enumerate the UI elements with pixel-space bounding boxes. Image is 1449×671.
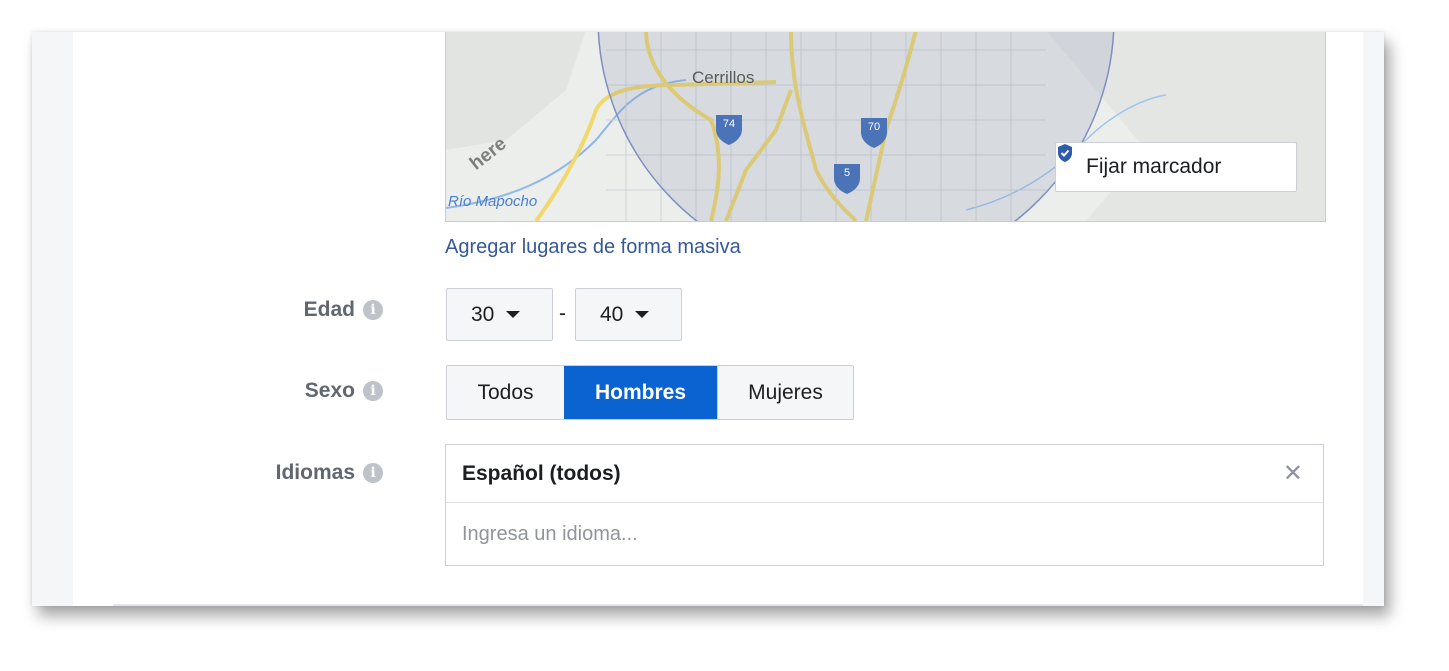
language-search-input[interactable]	[446, 503, 1284, 565]
age-separator: -	[559, 302, 566, 325]
age-row-label: Edad i	[73, 298, 383, 322]
close-icon[interactable]: ✕	[1283, 461, 1303, 486]
info-icon[interactable]: i	[363, 463, 383, 483]
age-min-value: 30	[471, 302, 495, 326]
map-city-label: Cerrillos	[692, 68, 755, 87]
age-min-select[interactable]: 30	[446, 288, 553, 341]
sex-option-men[interactable]: Hombres	[564, 366, 717, 419]
map-graphic	[446, 32, 1325, 221]
sex-label: Sexo	[304, 379, 355, 402]
sex-segmented-control: Todos Hombres Mujeres	[446, 365, 854, 420]
highway-shield-label: 70	[867, 121, 881, 133]
section-divider	[113, 604, 1363, 606]
age-label: Edad	[303, 298, 355, 321]
location-map[interactable]: Cerrillos Río Mapocho here 74 70 5 Fijar…	[445, 32, 1326, 222]
languages-field: Español (todos) ✕	[445, 444, 1324, 566]
bulk-locations-link[interactable]: Agregar lugares de forma masiva	[445, 236, 741, 259]
languages-row-label: Idiomas i	[73, 461, 383, 485]
selected-language-item: Español (todos) ✕	[446, 445, 1323, 503]
languages-label: Idiomas	[275, 461, 355, 484]
caret-down-icon	[506, 311, 521, 318]
highway-shield-label: 74	[722, 118, 736, 130]
info-icon[interactable]: i	[363, 300, 383, 320]
info-icon[interactable]: i	[363, 381, 383, 401]
highway-shield-label: 5	[843, 167, 851, 179]
sex-row-label: Sexo i	[73, 379, 383, 403]
sex-option-women[interactable]: Mujeres	[717, 366, 853, 419]
pin-marker-button[interactable]: Fijar marcador	[1055, 142, 1297, 192]
age-max-select[interactable]: 40	[575, 288, 682, 341]
audience-panel: Cerrillos Río Mapocho here 74 70 5 Fijar…	[73, 32, 1363, 606]
caret-down-icon	[635, 311, 650, 318]
screenshot-card: Cerrillos Río Mapocho here 74 70 5 Fijar…	[32, 32, 1384, 606]
selected-language-name: Español (todos)	[462, 461, 621, 485]
age-max-value: 40	[600, 302, 624, 326]
map-river-label: Río Mapocho	[448, 193, 538, 210]
pin-marker-label: Fijar marcador	[1086, 155, 1222, 178]
sex-option-all[interactable]: Todos	[447, 366, 564, 419]
